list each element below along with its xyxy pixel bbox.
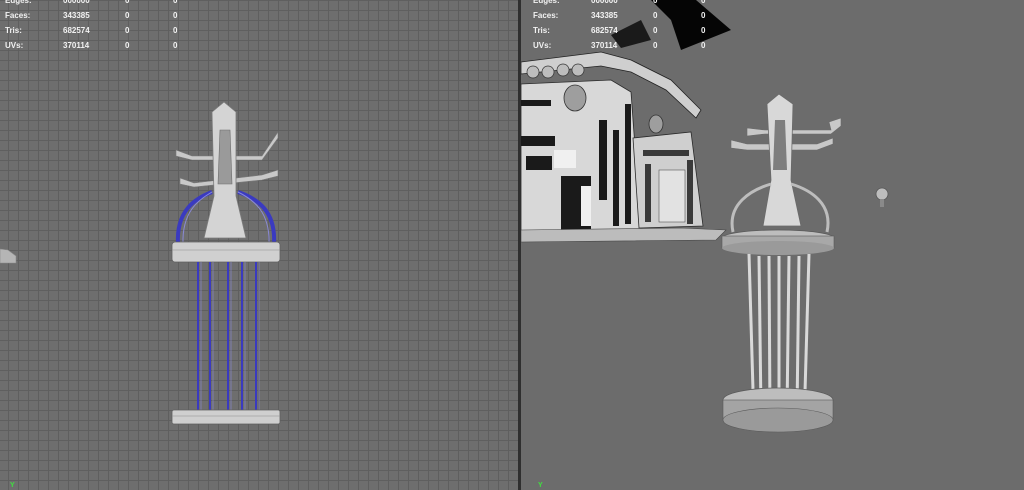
axis-indicator-y-right: Y bbox=[538, 482, 543, 489]
lantern-1[interactable] bbox=[563, 84, 587, 112]
small-lantern-right[interactable] bbox=[875, 187, 889, 207]
rack-base-disk[interactable] bbox=[171, 409, 281, 425]
rack-top-disk[interactable] bbox=[171, 241, 281, 263]
ground-slab[interactable] bbox=[521, 227, 727, 243]
rack-upper-crossbar-shaded[interactable] bbox=[746, 117, 842, 137]
weapon-rack-shaded[interactable] bbox=[721, 12, 842, 433]
perspective-scene[interactable] bbox=[521, 0, 1024, 490]
lantern-2[interactable] bbox=[648, 114, 664, 134]
viewport-left-front[interactable]: Edges: 000000 0 0 Faces: 343385 0 0 Tris… bbox=[0, 0, 518, 490]
partial-object-left-edge[interactable] bbox=[0, 248, 17, 264]
building-model[interactable] bbox=[521, 51, 727, 243]
rack-rods[interactable] bbox=[197, 262, 257, 412]
front-view-scene[interactable] bbox=[0, 0, 518, 490]
poly-count-hud-right: Edges: 000000 0 0 Faces: 343385 0 0 Tris… bbox=[533, 0, 706, 50]
viewport-right-perspective[interactable]: Edges: 000000 0 0 Faces: 343385 0 0 Tris… bbox=[521, 0, 1024, 490]
axis-indicator-y: Y bbox=[10, 482, 15, 489]
selected-weapon-rack-wire[interactable] bbox=[171, 101, 281, 425]
blade-slot bbox=[217, 129, 233, 185]
